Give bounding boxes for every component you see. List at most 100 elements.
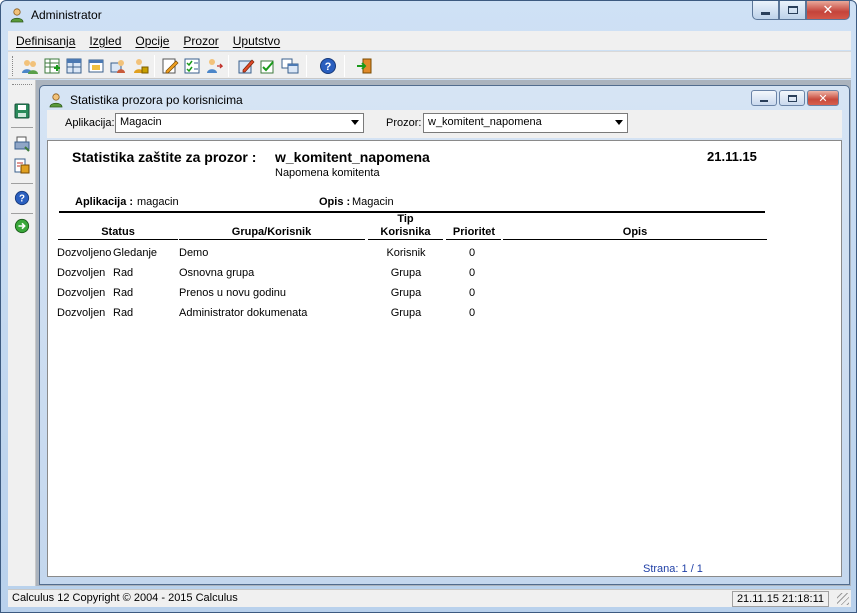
window-icon[interactable] xyxy=(86,56,106,76)
report-title-value: w_komitent_napomena xyxy=(275,149,430,165)
row-grupa: Administrator dokumenata xyxy=(179,307,308,319)
exit-icon[interactable] xyxy=(12,216,32,236)
checklist-icon[interactable] xyxy=(182,56,202,76)
close-icon: ✕ xyxy=(822,2,834,17)
help-icon[interactable]: ? xyxy=(318,56,338,76)
row-tip: Grupa xyxy=(390,287,422,299)
pencil-icon[interactable] xyxy=(236,56,256,76)
child-close-button[interactable]: ✕ xyxy=(807,90,839,106)
user-transfer-icon[interactable] xyxy=(204,56,224,76)
row-grupa: Demo xyxy=(179,247,209,259)
prozor-select[interactable]: w_komitent_napomena xyxy=(423,113,628,133)
toolbar-separator xyxy=(228,55,229,77)
aplikacija-select[interactable]: Magacin xyxy=(115,113,364,133)
title-bar[interactable]: Administrator ✕ xyxy=(1,1,856,31)
toolbar-separator xyxy=(306,55,307,77)
toolbar-grip[interactable] xyxy=(12,56,15,76)
status-bar: Calculus 12 Copyright © 2004 - 2015 Calc… xyxy=(8,589,851,607)
child-minimize-button[interactable] xyxy=(751,90,777,106)
row-tip: Grupa xyxy=(390,307,422,319)
svg-text:?: ? xyxy=(325,61,332,73)
col-underline xyxy=(368,239,443,240)
minimize-icon xyxy=(761,11,770,15)
row-pravo: Rad xyxy=(113,307,134,319)
report-date: 21.11.15 xyxy=(707,149,757,164)
child-maximize-button[interactable] xyxy=(779,90,805,106)
edit-icon[interactable] xyxy=(160,56,180,76)
users-icon[interactable] xyxy=(20,56,40,76)
left-toolbar-grip[interactable] xyxy=(12,84,32,87)
row-status: Dozvoljeno xyxy=(57,247,112,259)
col-tip-line1: Tip xyxy=(397,213,414,225)
col-opis: Opis xyxy=(622,226,648,238)
col-prioritet: Prioritet xyxy=(452,226,496,238)
print-icon[interactable] xyxy=(12,134,32,154)
toolbar-separator xyxy=(154,55,155,77)
report-opis-label: Opis : xyxy=(319,196,351,208)
group-icon[interactable] xyxy=(108,56,128,76)
table-row[interactable]: Dozvoljen Rad Administrator dokumenata G… xyxy=(48,307,828,323)
window-controls: ✕ xyxy=(752,1,850,21)
menu-uputstvo[interactable]: Uputstvo xyxy=(226,34,287,48)
resize-grip-icon[interactable] xyxy=(837,593,849,605)
left-toolbar-separator xyxy=(11,127,33,128)
check-edit-icon[interactable] xyxy=(258,56,278,76)
save-icon[interactable] xyxy=(12,101,32,121)
maximize-icon xyxy=(787,94,797,102)
minimize-button[interactable] xyxy=(752,1,779,20)
maximize-button[interactable] xyxy=(779,1,806,20)
row-pravo: Gledanje xyxy=(113,247,158,259)
help-icon[interactable]: ? xyxy=(12,188,32,208)
table-icon[interactable] xyxy=(64,56,84,76)
menu-definisanja[interactable]: Definisanja xyxy=(8,34,82,48)
report-opis-value: Magacin xyxy=(352,196,394,208)
table-row[interactable]: Dozvoljen Rad Prenos u novu godinu Grupa… xyxy=(48,287,828,303)
exit-icon[interactable] xyxy=(354,56,374,76)
child-window-controls: ✕ xyxy=(751,90,839,106)
col-underline xyxy=(58,239,178,240)
col-status: Status xyxy=(101,226,135,238)
row-status: Dozvoljen xyxy=(57,307,106,319)
row-prioritet: 0 xyxy=(468,267,476,279)
row-status: Dozvoljen xyxy=(57,287,106,299)
menu-opcije[interactable]: Opcije xyxy=(128,34,176,48)
add-table-icon[interactable] xyxy=(42,56,62,76)
close-button[interactable]: ✕ xyxy=(806,1,850,20)
row-grupa: Osnovna grupa xyxy=(179,267,255,279)
menu-izgled[interactable]: Izgled xyxy=(82,34,128,48)
status-datetime: 21.11.15 21:18:11 xyxy=(731,591,829,607)
prozor-select-value: w_komitent_napomena xyxy=(428,116,542,128)
copy-window-icon[interactable] xyxy=(280,56,300,76)
report-view: Statistika zaštite za prozor : w_komiten… xyxy=(47,140,842,577)
row-prioritet: 0 xyxy=(468,307,476,319)
row-pravo: Rad xyxy=(113,267,134,279)
user-icon xyxy=(10,8,24,23)
report-subtitle: Napomena komitenta xyxy=(275,167,380,179)
row-tip: Korisnik xyxy=(386,247,426,259)
row-grupa: Prenos u novu godinu xyxy=(179,287,287,299)
user-icon xyxy=(49,93,63,108)
filter-bar: Aplikacija: Magacin Prozor: w_komitent_n… xyxy=(47,110,842,138)
col-underline xyxy=(179,239,365,240)
user-lock-icon[interactable] xyxy=(130,56,150,76)
print-preview-icon[interactable] xyxy=(12,156,32,176)
left-toolbar-separator xyxy=(11,213,33,214)
table-row[interactable]: Dozvoljen Rad Osnovna grupa Grupa 0 xyxy=(48,267,828,283)
aplikacija-select-value: Magacin xyxy=(120,116,162,128)
report-aplikacija-label: Aplikacija : xyxy=(75,196,134,208)
col-underline xyxy=(446,239,501,240)
chevron-down-icon xyxy=(615,120,623,125)
row-pravo: Rad xyxy=(113,287,134,299)
col-tip-line2: Korisnika xyxy=(380,226,431,238)
row-status: Dozvoljen xyxy=(57,267,106,279)
menu-prozor[interactable]: Prozor xyxy=(176,34,225,48)
status-copyright: Calculus 12 Copyright © 2004 - 2015 Calc… xyxy=(12,592,238,604)
main-window: Administrator ✕ Definisanja Izgled Opcij… xyxy=(0,0,857,613)
menu-bar: Definisanja Izgled Opcije Prozor Uputstv… xyxy=(8,31,851,50)
table-row[interactable]: Dozvoljeno Gledanje Demo Korisnik 0 xyxy=(48,247,828,263)
left-toolbar: ? xyxy=(8,80,36,586)
prozor-label: Prozor: xyxy=(386,117,422,129)
col-underline xyxy=(503,239,767,240)
child-title-bar[interactable]: Statistika prozora po korisnicima xyxy=(48,90,243,110)
chevron-down-icon xyxy=(351,120,359,125)
